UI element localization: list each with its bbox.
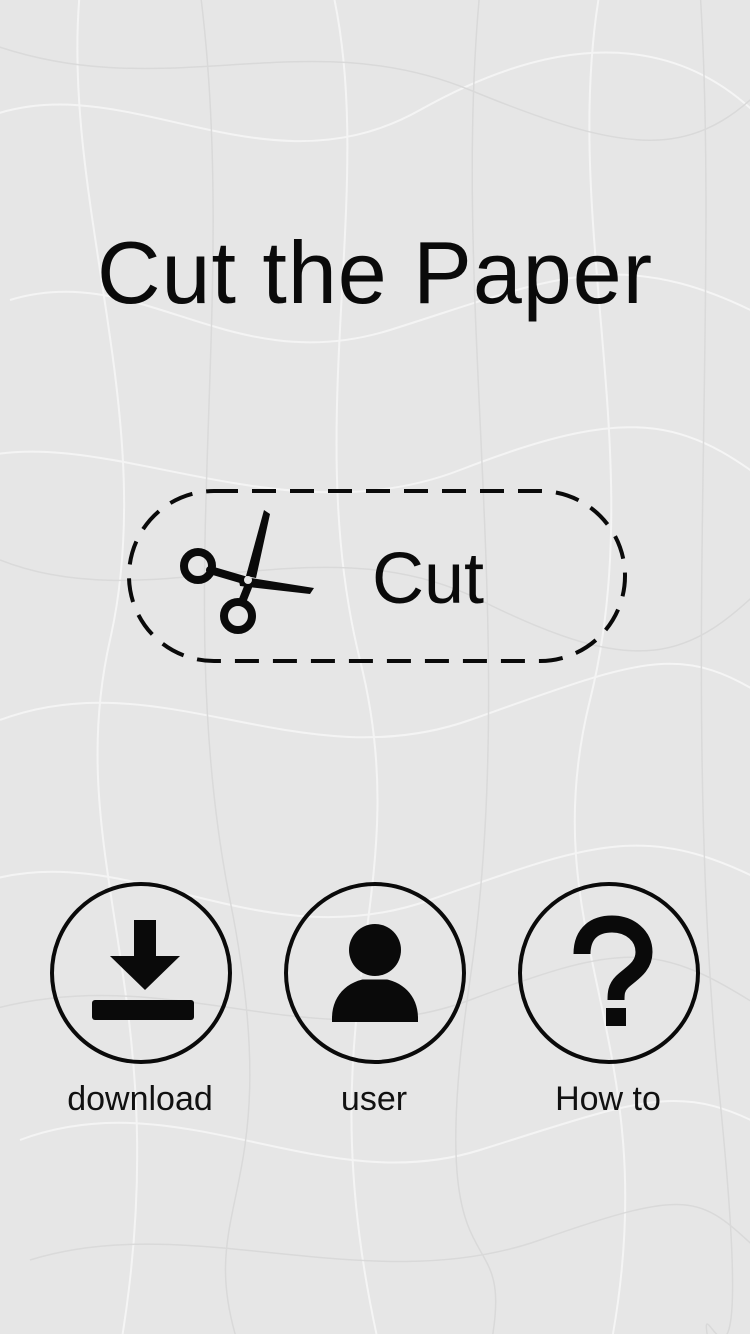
download-icon bbox=[50, 882, 232, 1064]
paper-texture-background bbox=[0, 0, 750, 1334]
user-label: user bbox=[340, 1080, 408, 1118]
download-button[interactable] bbox=[50, 882, 232, 1064]
how-to-label: How to bbox=[555, 1080, 661, 1118]
how-to-button[interactable] bbox=[518, 882, 700, 1064]
cut-button[interactable]: Cut bbox=[126, 488, 628, 664]
user-button[interactable] bbox=[284, 882, 466, 1064]
scissors-icon bbox=[180, 510, 314, 634]
app-title: Cut the Paper bbox=[97, 223, 653, 322]
cut-label: Cut bbox=[372, 539, 485, 619]
download-label: download bbox=[67, 1080, 213, 1118]
user-icon bbox=[284, 882, 466, 1064]
question-mark-icon bbox=[518, 882, 700, 1064]
